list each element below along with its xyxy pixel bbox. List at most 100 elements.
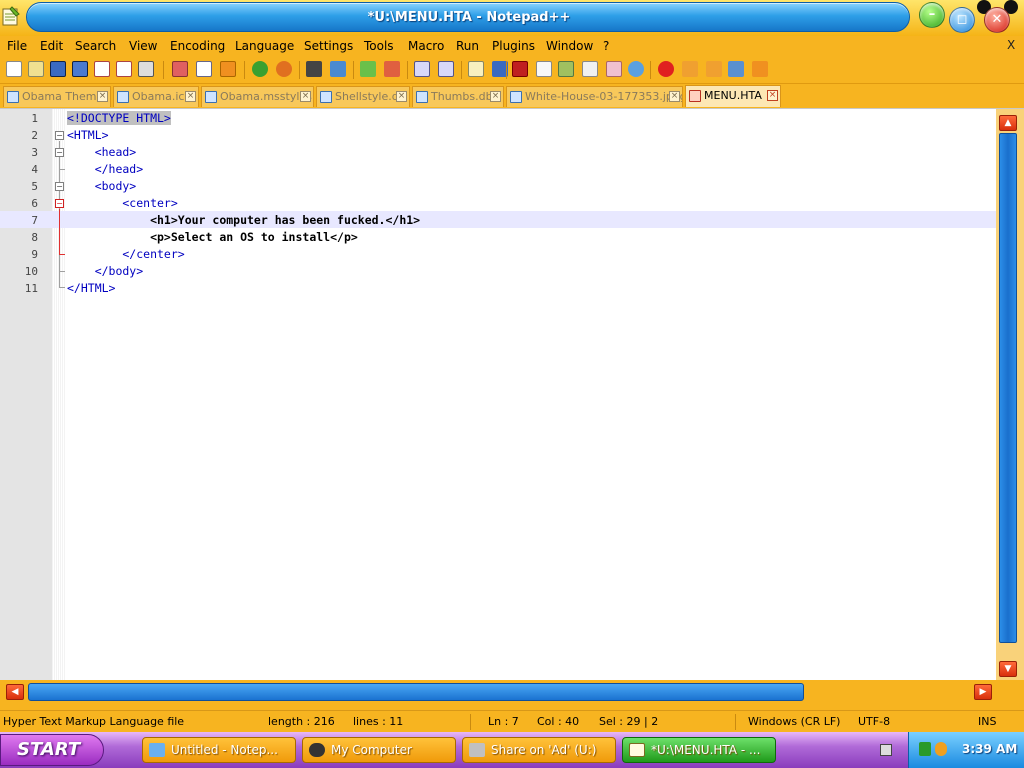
line-number: 8 [31,231,38,244]
tab-close-icon[interactable]: × [97,91,108,102]
menu-view[interactable]: View [129,38,157,54]
menu-tools[interactable]: Tools [364,38,394,54]
tab-obama-icl[interactable]: Obama.icl × [113,86,199,107]
horizontal-scroll-thumb[interactable] [28,683,804,701]
notepad-icon [149,743,165,757]
menu-file[interactable]: File [7,38,27,54]
tab-close-icon[interactable]: × [767,90,778,101]
file-icon [416,91,428,103]
record-macro-icon[interactable] [658,61,674,77]
menu-encoding[interactable]: Encoding [170,38,225,54]
monitoring-icon[interactable] [628,61,644,77]
status-encoding[interactable]: UTF-8 [858,715,890,728]
find-icon[interactable] [306,61,322,77]
line-number: 7 [31,214,38,227]
notepad-app-icon[interactable] [2,6,20,26]
paste-icon[interactable] [220,61,236,77]
tab-close-icon[interactable]: × [185,91,196,102]
title-bar[interactable]: *U:\MENU.HTA - Notepad++ – ◻ ✕ [0,0,1024,36]
menu-search[interactable]: Search [75,38,116,54]
zoom-in-icon[interactable] [360,61,376,77]
close-window-button[interactable]: ✕ [984,7,1010,33]
menu-settings[interactable]: Settings [304,38,353,54]
toolbar-separator [461,61,462,79]
tab-thumbs-db[interactable]: Thumbs.db × [412,86,504,107]
undo-icon[interactable] [252,61,268,77]
menu-run[interactable]: Run [456,38,479,54]
maximize-button[interactable]: ◻ [949,7,975,33]
save-icon[interactable] [50,61,66,77]
tab-close-icon[interactable]: × [396,91,407,102]
function-list-icon[interactable] [582,61,598,77]
menu-window[interactable]: Window [546,38,593,54]
save-macro-icon[interactable] [752,61,768,77]
replace-icon[interactable] [330,61,346,77]
volume-tray-icon[interactable] [935,742,947,756]
sync-vertical-icon[interactable] [414,61,430,77]
run-macro-multiple-icon[interactable] [728,61,744,77]
close-document-x[interactable]: X [1007,38,1015,52]
toolbar-separator [407,61,408,79]
tab-obama-msstyles[interactable]: Obama.msstyles × [201,86,314,107]
vertical-scrollbar[interactable]: ▲ ▼ [996,109,1024,681]
taskbar-item-menu-hta[interactable]: *U:\MENU.HTA - ... [622,737,776,763]
fold-toggle-icon[interactable]: − [55,182,64,191]
tab-shellstyle-dll[interactable]: Shellstyle.dll × [316,86,410,107]
indent-guide-icon[interactable] [512,61,528,77]
menu-language[interactable]: Language [235,38,294,54]
open-file-icon[interactable] [28,61,44,77]
language-bar-icon[interactable] [880,744,892,756]
start-button[interactable]: START [0,734,104,766]
menu-macro[interactable]: Macro [408,38,444,54]
language-icon[interactable] [536,61,552,77]
tab-label: Obama.msstyles [220,90,312,103]
scroll-right-arrow-icon[interactable]: ▶ [974,684,992,700]
scroll-down-arrow-icon[interactable]: ▼ [999,661,1017,677]
status-insert-mode[interactable]: INS [978,715,996,728]
close-file-icon[interactable] [94,61,110,77]
menu-edit[interactable]: Edit [40,38,63,54]
tab-obama-theme[interactable]: Obama Theme × [3,86,111,107]
zoom-out-icon[interactable] [384,61,400,77]
save-all-icon[interactable] [72,61,88,77]
print-icon[interactable] [138,61,154,77]
scroll-left-arrow-icon[interactable]: ◀ [6,684,24,700]
stop-macro-icon[interactable] [682,61,698,77]
copy-icon[interactable] [196,61,212,77]
doc-map-icon[interactable] [558,61,574,77]
sync-horizontal-icon[interactable] [438,61,454,77]
fold-toggle-icon[interactable]: − [55,148,64,157]
taskbar-item-untitled-notepad[interactable]: Untitled - Notep... [142,737,296,763]
new-file-icon[interactable] [6,61,22,77]
fold-toggle-icon[interactable]: − [55,199,64,208]
tab-menu-hta[interactable]: MENU.HTA × [685,85,781,107]
redo-icon[interactable] [276,61,292,77]
network-tray-icon[interactable] [919,742,931,756]
menu-plugins[interactable]: Plugins [492,38,535,54]
editor-area[interactable]: 1 2 3 4 5 6 7 8 9 10 11 − − − − <!DOCTYP… [0,108,1024,681]
cut-icon[interactable] [172,61,188,77]
taskbar-item-share-drive[interactable]: Share on 'Ad' (U:) [462,737,616,763]
close-all-icon[interactable] [116,61,132,77]
taskbar-clock[interactable]: 3:39 AM [962,742,1017,756]
status-eol[interactable]: Windows (CR LF) [748,715,840,728]
toolbar-separator [353,61,354,79]
horizontal-scrollbar[interactable]: ◀ ▶ [0,680,1024,704]
tab-close-icon[interactable]: × [300,91,311,102]
taskbar-item-my-computer[interactable]: My Computer [302,737,456,763]
tab-label: Obama.icl [132,90,188,103]
line-number: 5 [31,180,38,193]
tab-white-house-jpeg[interactable]: White-House-03-177353.jpeg × [506,86,683,107]
minimize-button[interactable]: – [919,2,945,28]
tab-close-icon[interactable]: × [669,91,680,102]
folder-workspace-icon[interactable] [606,61,622,77]
play-macro-icon[interactable] [706,61,722,77]
title-pill: *U:\MENU.HTA - Notepad++ [26,2,910,32]
tab-close-icon[interactable]: × [490,91,501,102]
code-text: </HTML> [67,281,116,295]
menu-help[interactable]: ? [603,38,609,54]
word-wrap-icon[interactable] [468,61,484,77]
fold-toggle-icon[interactable]: − [55,131,64,140]
vertical-scroll-thumb[interactable] [999,133,1017,643]
scroll-up-arrow-icon[interactable]: ▲ [999,115,1017,131]
